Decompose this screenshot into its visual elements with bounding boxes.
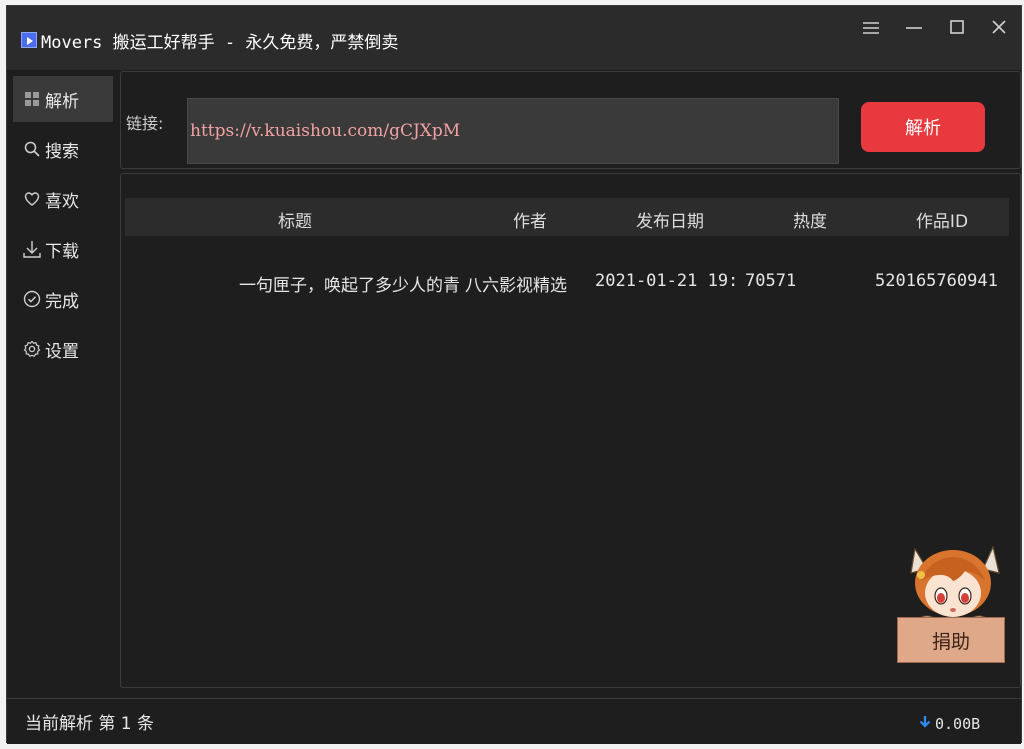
menu-icon[interactable] <box>857 16 885 44</box>
sidebar-item-label: 解析 <box>45 91 79 112</box>
window-title: Movers 搬运工好帮手 - 永久免费，严禁倒卖 <box>41 33 399 53</box>
grid-icon <box>23 90 41 108</box>
status-bar: 当前解析 第 1 条 0.00B <box>7 698 1021 744</box>
sidebar: 解析 搜索 喜欢 下载 完成 设置 <box>7 70 117 696</box>
check-circle-icon <box>23 290 41 308</box>
parse-button[interactable]: 解析 <box>861 102 985 152</box>
table-header: 标题 作者 发布日期 热度 作品ID <box>125 198 1009 236</box>
mascot-girl-icon <box>910 545 1000 627</box>
sidebar-item-label: 喜欢 <box>45 191 79 212</box>
sidebar-item-label: 搜索 <box>45 141 79 162</box>
close-icon[interactable] <box>985 16 1013 44</box>
sidebar-item-label: 完成 <box>45 291 79 312</box>
sidebar-item-search[interactable]: 搜索 <box>13 126 113 172</box>
cell-heat: 70571 <box>745 271 797 291</box>
download-speed: 0.00B <box>919 715 980 733</box>
search-icon <box>23 140 41 158</box>
status-text: 当前解析 第 1 条 <box>25 714 155 734</box>
column-header-id[interactable]: 作品ID <box>875 207 1009 232</box>
donate-button[interactable]: 捐助 <box>897 617 1005 663</box>
sidebar-item-settings[interactable]: 设置 <box>13 326 113 372</box>
sidebar-item-favorites[interactable]: 喜欢 <box>13 176 113 222</box>
cell-id: 520165760941 <box>875 271 998 291</box>
minimize-icon[interactable] <box>900 16 928 44</box>
cell-title: 一句匣子，唤起了多少人的青 <box>239 276 460 296</box>
url-input[interactable] <box>187 98 839 164</box>
results-table: 标题 作者 发布日期 热度 作品ID 一句匣子，唤起了多少人的青 八六影视精选 … <box>120 173 1021 688</box>
donate-mascot[interactable]: 捐助 <box>897 541 1007 667</box>
sidebar-item-label: 设置 <box>45 341 79 362</box>
sidebar-item-label: 下载 <box>45 241 79 262</box>
url-panel: 链接: 解析 <box>120 71 1021 169</box>
download-speed-value: 0.00B <box>935 715 981 733</box>
download-icon <box>23 240 41 258</box>
sidebar-item-parse[interactable]: 解析 <box>13 76 113 122</box>
link-label: 链接: <box>126 114 164 133</box>
table-row[interactable]: 一句匣子，唤起了多少人的青 八六影视精选 2021-01-21 19: 7057… <box>125 266 1009 300</box>
sidebar-item-download[interactable]: 下载 <box>13 226 113 272</box>
heart-icon <box>23 190 41 208</box>
download-arrow-icon <box>919 715 931 733</box>
sidebar-item-completed[interactable]: 完成 <box>13 276 113 322</box>
column-header-heat[interactable]: 热度 <box>745 207 875 232</box>
cell-author: 八六影视精选 <box>465 276 567 296</box>
column-header-author[interactable]: 作者 <box>465 207 595 232</box>
gear-icon <box>23 340 41 358</box>
app-window: Movers 搬运工好帮手 - 永久免费，严禁倒卖 解析 搜索 喜欢 下载 完成… <box>6 5 1022 744</box>
maximize-icon[interactable] <box>943 16 971 44</box>
column-header-date[interactable]: 发布日期 <box>595 207 745 232</box>
column-header-title[interactable]: 标题 <box>125 207 465 232</box>
cell-date: 2021-01-21 19: <box>595 271 739 291</box>
title-bar[interactable]: Movers 搬运工好帮手 - 永久免费，严禁倒卖 <box>7 6 1021 70</box>
app-logo-icon <box>21 32 37 48</box>
